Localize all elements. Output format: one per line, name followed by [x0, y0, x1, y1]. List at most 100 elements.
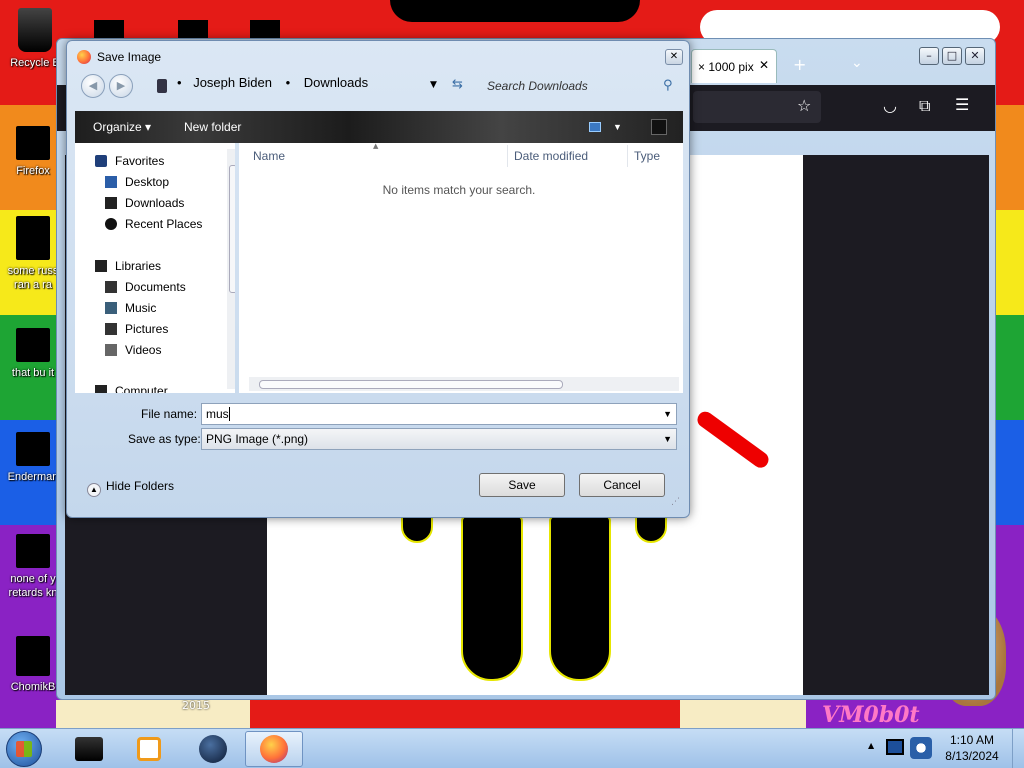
recycle-bin-icon — [18, 8, 52, 52]
back-button[interactable]: ◀ — [81, 74, 105, 98]
desktop-icon-enderman[interactable]: Enderman — [2, 432, 64, 484]
menu-icon[interactable]: ☰ — [955, 95, 969, 114]
desktop-top-dark-shape — [390, 0, 640, 22]
hide-folders-label: Hide Folders — [106, 479, 175, 493]
taskbar-firefox[interactable] — [245, 731, 303, 767]
browser-tab-close-icon[interactable]: ✕ — [759, 58, 769, 72]
desktop-top-icon-3 — [250, 20, 280, 40]
chevron-up-icon: ▲ — [87, 483, 101, 497]
dialog-close-button[interactable]: ✕ — [665, 49, 683, 65]
pocket-icon[interactable]: ◡ — [883, 96, 897, 115]
desktop-icon-some-russ[interactable]: some russ ran a ra — [2, 216, 64, 292]
nav-scrollbar-thumb[interactable] — [229, 165, 235, 293]
forward-button[interactable]: ▶ — [109, 74, 133, 98]
new-tab-icon[interactable]: + — [793, 55, 806, 74]
nav-documents[interactable]: Documents — [105, 277, 235, 297]
nav-scrollbar[interactable] — [227, 149, 235, 389]
drawing-foot-right — [635, 515, 667, 543]
desktop-icon-that-bu-it[interactable]: that bu it — [2, 328, 64, 380]
save-type-dropdown-icon[interactable]: ▼ — [663, 429, 672, 449]
view-dropdown-icon[interactable]: ▼ — [613, 111, 622, 143]
file-name-input[interactable]: mus ▼ — [201, 403, 677, 425]
save-type-value: PNG Image (*.png) — [206, 432, 309, 446]
nav-videos[interactable]: Videos — [105, 340, 235, 360]
browser-tab-label: × 1000 pix — [698, 60, 754, 74]
breadcrumb: • Joseph Biden • Downloads — [177, 75, 368, 90]
network-icon[interactable] — [886, 739, 904, 755]
preview-pane-icon[interactable] — [651, 119, 667, 135]
new-folder-button[interactable]: New folder — [184, 111, 241, 143]
folder-location-icon — [157, 79, 167, 93]
system-clock[interactable]: 1:10 AM 8/13/2024 — [936, 732, 1008, 764]
libraries-icon — [95, 260, 107, 272]
nav-desktop[interactable]: Desktop — [105, 172, 235, 192]
hide-folders-button[interactable]: ▲ Hide Folders — [87, 479, 174, 497]
downloads-icon — [105, 197, 117, 209]
music-icon — [105, 302, 117, 314]
save-type-label: Save as type: — [128, 432, 201, 446]
nav-downloads[interactable]: Downloads — [105, 193, 235, 213]
nav-computer[interactable]: Computer — [95, 381, 235, 393]
nav-pictures[interactable]: Pictures — [105, 319, 235, 339]
desktop-icon-firefox[interactable]: Firefox — [2, 126, 64, 178]
nav-favorites[interactable]: Favorites — [95, 151, 235, 171]
nav-label: Libraries — [115, 259, 162, 273]
vm-watermark: VM0b0t — [822, 702, 920, 728]
url-bar[interactable]: ☆ — [693, 91, 821, 123]
recent-places-icon — [105, 218, 117, 230]
tab-list-icon[interactable]: ⌄ — [851, 55, 863, 71]
desktop-icon-label: some russ — [7, 265, 59, 277]
refresh-icon[interactable]: ⇆ — [452, 77, 463, 92]
taskbar-app-3[interactable] — [184, 731, 242, 767]
tray-overflow-icon[interactable]: ▲ — [868, 741, 874, 750]
file-list-hscrollbar-thumb[interactable] — [259, 380, 563, 389]
nav-music[interactable]: Music — [105, 298, 235, 318]
desktop-icon-label-line2: retards kn — [8, 587, 58, 599]
breadcrumb-item-user[interactable]: Joseph Biden — [193, 75, 272, 90]
desktop-icon-label: ChomikB — [10, 681, 56, 693]
bookmark-star-icon[interactable]: ☆ — [797, 96, 811, 115]
wallpaper-bottom-red — [250, 700, 680, 728]
app-icon — [75, 737, 103, 761]
resize-grip-icon[interactable]: ⋰ — [671, 497, 680, 507]
folder-icon — [16, 328, 50, 362]
taskbar-media-player[interactable] — [120, 731, 178, 767]
file-list[interactable]: Name ▲ Date modified Type No items match… — [239, 142, 683, 393]
browser-maximize-button[interactable]: □ — [942, 47, 962, 65]
organize-button[interactable]: Organize ▾ — [93, 111, 151, 143]
desktop-icon-none-of-y[interactable]: none of y retards kn — [2, 534, 64, 600]
column-separator[interactable] — [627, 145, 628, 167]
drawing-leg-right — [549, 515, 611, 681]
save-image-dialog[interactable]: Save Image ✕ ◀ ▶ • Joseph Biden • Downlo… — [66, 40, 690, 518]
show-desktop-button[interactable] — [1012, 729, 1024, 768]
search-icon[interactable]: ⚲ — [663, 78, 673, 93]
taskbar-app-1[interactable] — [60, 731, 118, 767]
breadcrumb-dropdown-icon[interactable]: ▼ — [430, 80, 437, 90]
view-options-icon[interactable] — [589, 122, 601, 132]
extensions-icon[interactable]: ⧉ — [919, 96, 930, 116]
save-type-select[interactable]: PNG Image (*.png) ▼ — [201, 428, 677, 450]
media-player-icon — [137, 737, 161, 761]
nav-recent-places[interactable]: Recent Places — [105, 214, 235, 234]
file-name-dropdown-icon[interactable]: ▼ — [663, 404, 672, 424]
column-separator[interactable] — [507, 145, 508, 167]
breadcrumb-item-downloads[interactable]: Downloads — [304, 75, 368, 90]
nav-libraries[interactable]: Libraries — [95, 256, 235, 276]
browser-minimize-button[interactable]: – — [919, 47, 939, 65]
nav-label: Desktop — [125, 175, 170, 189]
file-list-hscrollbar[interactable] — [249, 377, 679, 391]
desktop-icon-chomikb[interactable]: ChomikB — [2, 636, 64, 694]
drawing-leg-left — [461, 515, 523, 681]
start-button[interactable] — [6, 731, 42, 767]
column-header-name[interactable]: Name — [253, 149, 285, 163]
empty-message: No items match your search. — [382, 183, 536, 197]
navigation-pane: Favorites Desktop Downloads Recent Place… — [75, 143, 235, 393]
browser-close-button[interactable]: ✕ — [965, 47, 985, 65]
column-header-date[interactable]: Date modified — [514, 149, 588, 163]
save-button[interactable]: Save — [479, 473, 565, 497]
column-header-type[interactable]: Type — [634, 149, 660, 163]
search-input[interactable]: Search Downloads — [477, 73, 683, 99]
volume-icon[interactable] — [910, 737, 932, 759]
cancel-button[interactable]: Cancel — [579, 473, 665, 497]
firefox-icon — [260, 735, 288, 763]
